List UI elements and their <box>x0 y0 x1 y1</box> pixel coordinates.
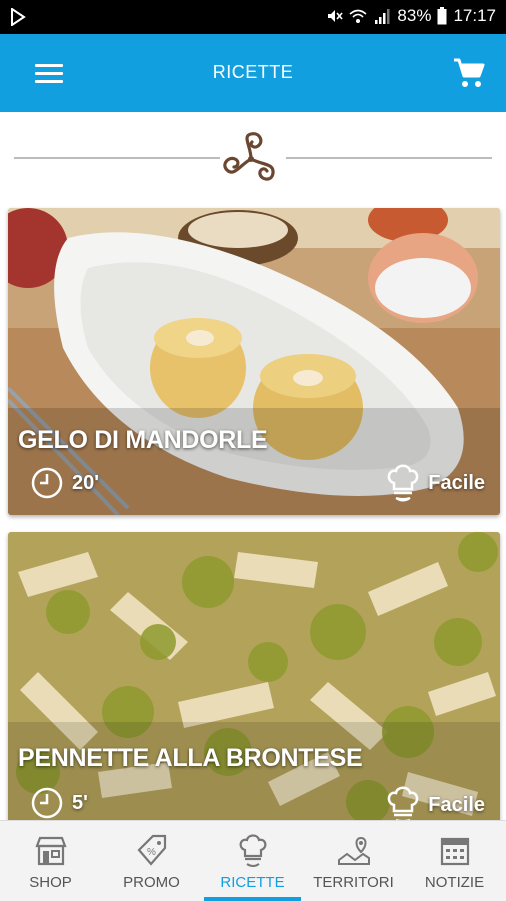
chef-hat-icon <box>388 464 419 502</box>
recipe-title: PENNETTE ALLA BRONTESE <box>18 744 363 772</box>
chef-hat-icon <box>388 786 419 824</box>
mute-icon <box>328 10 344 22</box>
calendar-icon <box>440 837 469 866</box>
prep-time-value: 20' <box>72 471 100 494</box>
chef-hat-icon <box>239 834 266 867</box>
battery-percent: 83% <box>397 6 432 25</box>
bottom-navigation: SHOP % PROMO RICETTE TERRITORI NOTIZIE <box>0 820 506 901</box>
clock-icon <box>31 787 63 819</box>
app-bar: RICETTE <box>0 34 506 112</box>
difficulty: Facile <box>386 463 485 503</box>
wifi-icon <box>349 9 367 23</box>
play-store-icon <box>11 8 26 26</box>
tab-territori[interactable]: TERRITORI <box>303 821 404 901</box>
prep-time: 5' <box>30 786 88 820</box>
recipe-photo-pennette-pistachio <box>8 532 500 827</box>
signal-icon <box>375 9 390 24</box>
tab-label: PROMO <box>123 874 180 891</box>
difficulty-value: Facile <box>428 471 485 494</box>
svg-text:%: % <box>147 847 156 858</box>
promo-tag-icon: % <box>137 834 166 866</box>
tab-ricette[interactable]: RICETTE <box>202 821 303 901</box>
tab-label: RICETTE <box>220 874 285 891</box>
shop-icon <box>34 836 67 866</box>
recipe-title: GELO DI MANDORLE <box>18 426 268 454</box>
tab-promo[interactable]: % PROMO <box>101 821 202 901</box>
tab-label: SHOP <box>29 874 72 891</box>
cart-icon[interactable] <box>452 56 486 90</box>
tab-shop[interactable]: SHOP <box>0 821 101 901</box>
tab-notizie[interactable]: NOTIZIE <box>404 821 505 901</box>
page-title: RICETTE <box>212 62 294 82</box>
divider-right <box>286 157 492 159</box>
status-bar: 83% 17:17 <box>0 0 506 34</box>
tab-label: NOTIZIE <box>424 874 485 891</box>
prep-time-value: 5' <box>72 791 88 814</box>
tab-label: TERRITORI <box>313 874 394 891</box>
difficulty: Facile <box>386 785 485 825</box>
recipe-card-gelo[interactable]: GELO DI MANDORLE 20' Facile <box>8 208 500 515</box>
map-icon <box>337 836 370 865</box>
battery-icon <box>437 7 447 25</box>
clock-icon <box>31 467 63 499</box>
triskele-ornament-icon <box>223 132 275 181</box>
divider-left <box>14 157 220 159</box>
recipe-card-pennette[interactable]: PENNETTE ALLA BRONTESE 5' Facile <box>8 532 500 827</box>
difficulty-value: Facile <box>428 793 485 816</box>
active-tab-indicator <box>204 897 301 901</box>
prep-time: 20' <box>30 466 99 500</box>
clock: 17:17 <box>453 6 496 25</box>
